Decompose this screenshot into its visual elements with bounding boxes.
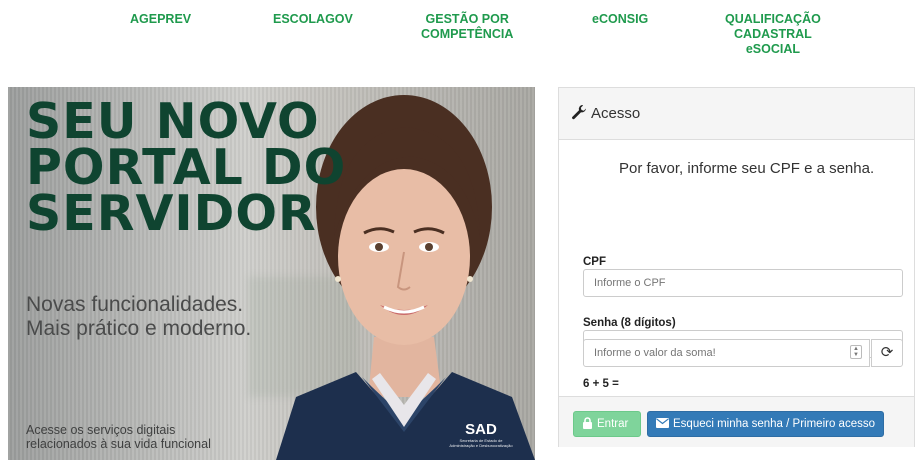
nav-link-label: QUALIFICAÇÃO bbox=[725, 12, 821, 26]
smalltext-line: relacionados à sua vida funcional bbox=[26, 437, 211, 451]
lock-icon bbox=[582, 416, 593, 432]
nav-link-qualificacao-cadastral[interactable]: QUALIFICAÇÃO CADASTRAL eSOCIAL bbox=[725, 12, 821, 57]
nav-link-ageprev[interactable]: AGEPREV bbox=[130, 12, 191, 27]
panel-title: Acesso bbox=[591, 105, 641, 122]
headline-line: SERVIDOR bbox=[26, 185, 317, 242]
subline-line: Mais prático e moderno. bbox=[26, 317, 252, 340]
hero-banner: SEU NOVO PORTAL DO SERVIDOR Novas funcio… bbox=[8, 87, 535, 460]
banner-headline: SEU NOVO PORTAL DO SERVIDOR bbox=[26, 97, 346, 242]
cpf-label: CPF bbox=[583, 256, 606, 268]
panel-header: Acesso bbox=[559, 88, 914, 140]
forgot-password-label: Esqueci minha senha / Primeiro acesso bbox=[673, 418, 875, 430]
smalltext-line: Acesse os serviços digitais bbox=[26, 423, 176, 437]
panel-footer: Entrar Esqueci minha senha / Primeiro ac… bbox=[559, 396, 914, 447]
nav-link-label: COMPETÊNCIA bbox=[421, 27, 514, 41]
number-spinner-icon[interactable]: ▲ ▼ bbox=[850, 345, 862, 359]
refresh-captcha-button[interactable]: ⟳ bbox=[871, 339, 903, 367]
envelope-icon bbox=[656, 417, 669, 431]
nav-link-label: CADASTRAL bbox=[734, 27, 812, 41]
password-label: Senha (8 dígitos) bbox=[583, 317, 676, 329]
captcha-field-wrapper: ▲▼ bbox=[583, 339, 870, 367]
banner-subline: Novas funcionalidades. Mais prático e mo… bbox=[26, 293, 251, 341]
enter-button-label: Entrar bbox=[597, 418, 629, 430]
captcha-input[interactable] bbox=[583, 339, 870, 367]
page: AGEPREV ESCOLAGOV GESTÃO POR COMPETÊNCIA… bbox=[0, 0, 915, 460]
captcha-label: 6 + 5 = bbox=[583, 378, 619, 390]
top-nav: AGEPREV ESCOLAGOV GESTÃO POR COMPETÊNCIA… bbox=[0, 0, 915, 70]
sad-logo-caption: Administração e Desburocratização bbox=[449, 443, 513, 448]
nav-link-label: AGEPREV bbox=[130, 12, 192, 26]
banner-smalltext: Acesse os serviços digitais relacionados… bbox=[26, 423, 211, 451]
nav-link-econsig[interactable]: eCONSIG bbox=[592, 12, 648, 27]
nav-link-escolagov[interactable]: ESCOLAGOV bbox=[273, 12, 353, 27]
forgot-password-button[interactable]: Esqueci minha senha / Primeiro acesso bbox=[647, 411, 884, 437]
refresh-icon: ⟳ bbox=[880, 344, 894, 361]
enter-button[interactable]: Entrar bbox=[573, 411, 641, 437]
login-prompt: Por favor, informe seu CPF e a senha. bbox=[619, 160, 875, 177]
subline-line: Novas funcionalidades. bbox=[26, 293, 244, 316]
login-panel: Acesso Por favor, informe seu CPF e a se… bbox=[558, 87, 915, 447]
nav-link-label: eSOCIAL bbox=[745, 42, 800, 56]
nav-link-label: GESTÃO POR bbox=[425, 12, 509, 26]
cpf-input[interactable] bbox=[583, 269, 903, 297]
nav-link-label: eCONSIG bbox=[592, 12, 649, 26]
sad-logo: SAD Secretaria de Estado de Administraçã… bbox=[438, 421, 524, 448]
nav-link-label: ESCOLAGOV bbox=[273, 12, 353, 26]
sad-logo-text: SAD bbox=[465, 421, 497, 438]
wrench-icon bbox=[571, 104, 587, 124]
nav-link-gestao-competencia[interactable]: GESTÃO POR COMPETÊNCIA bbox=[421, 12, 513, 42]
